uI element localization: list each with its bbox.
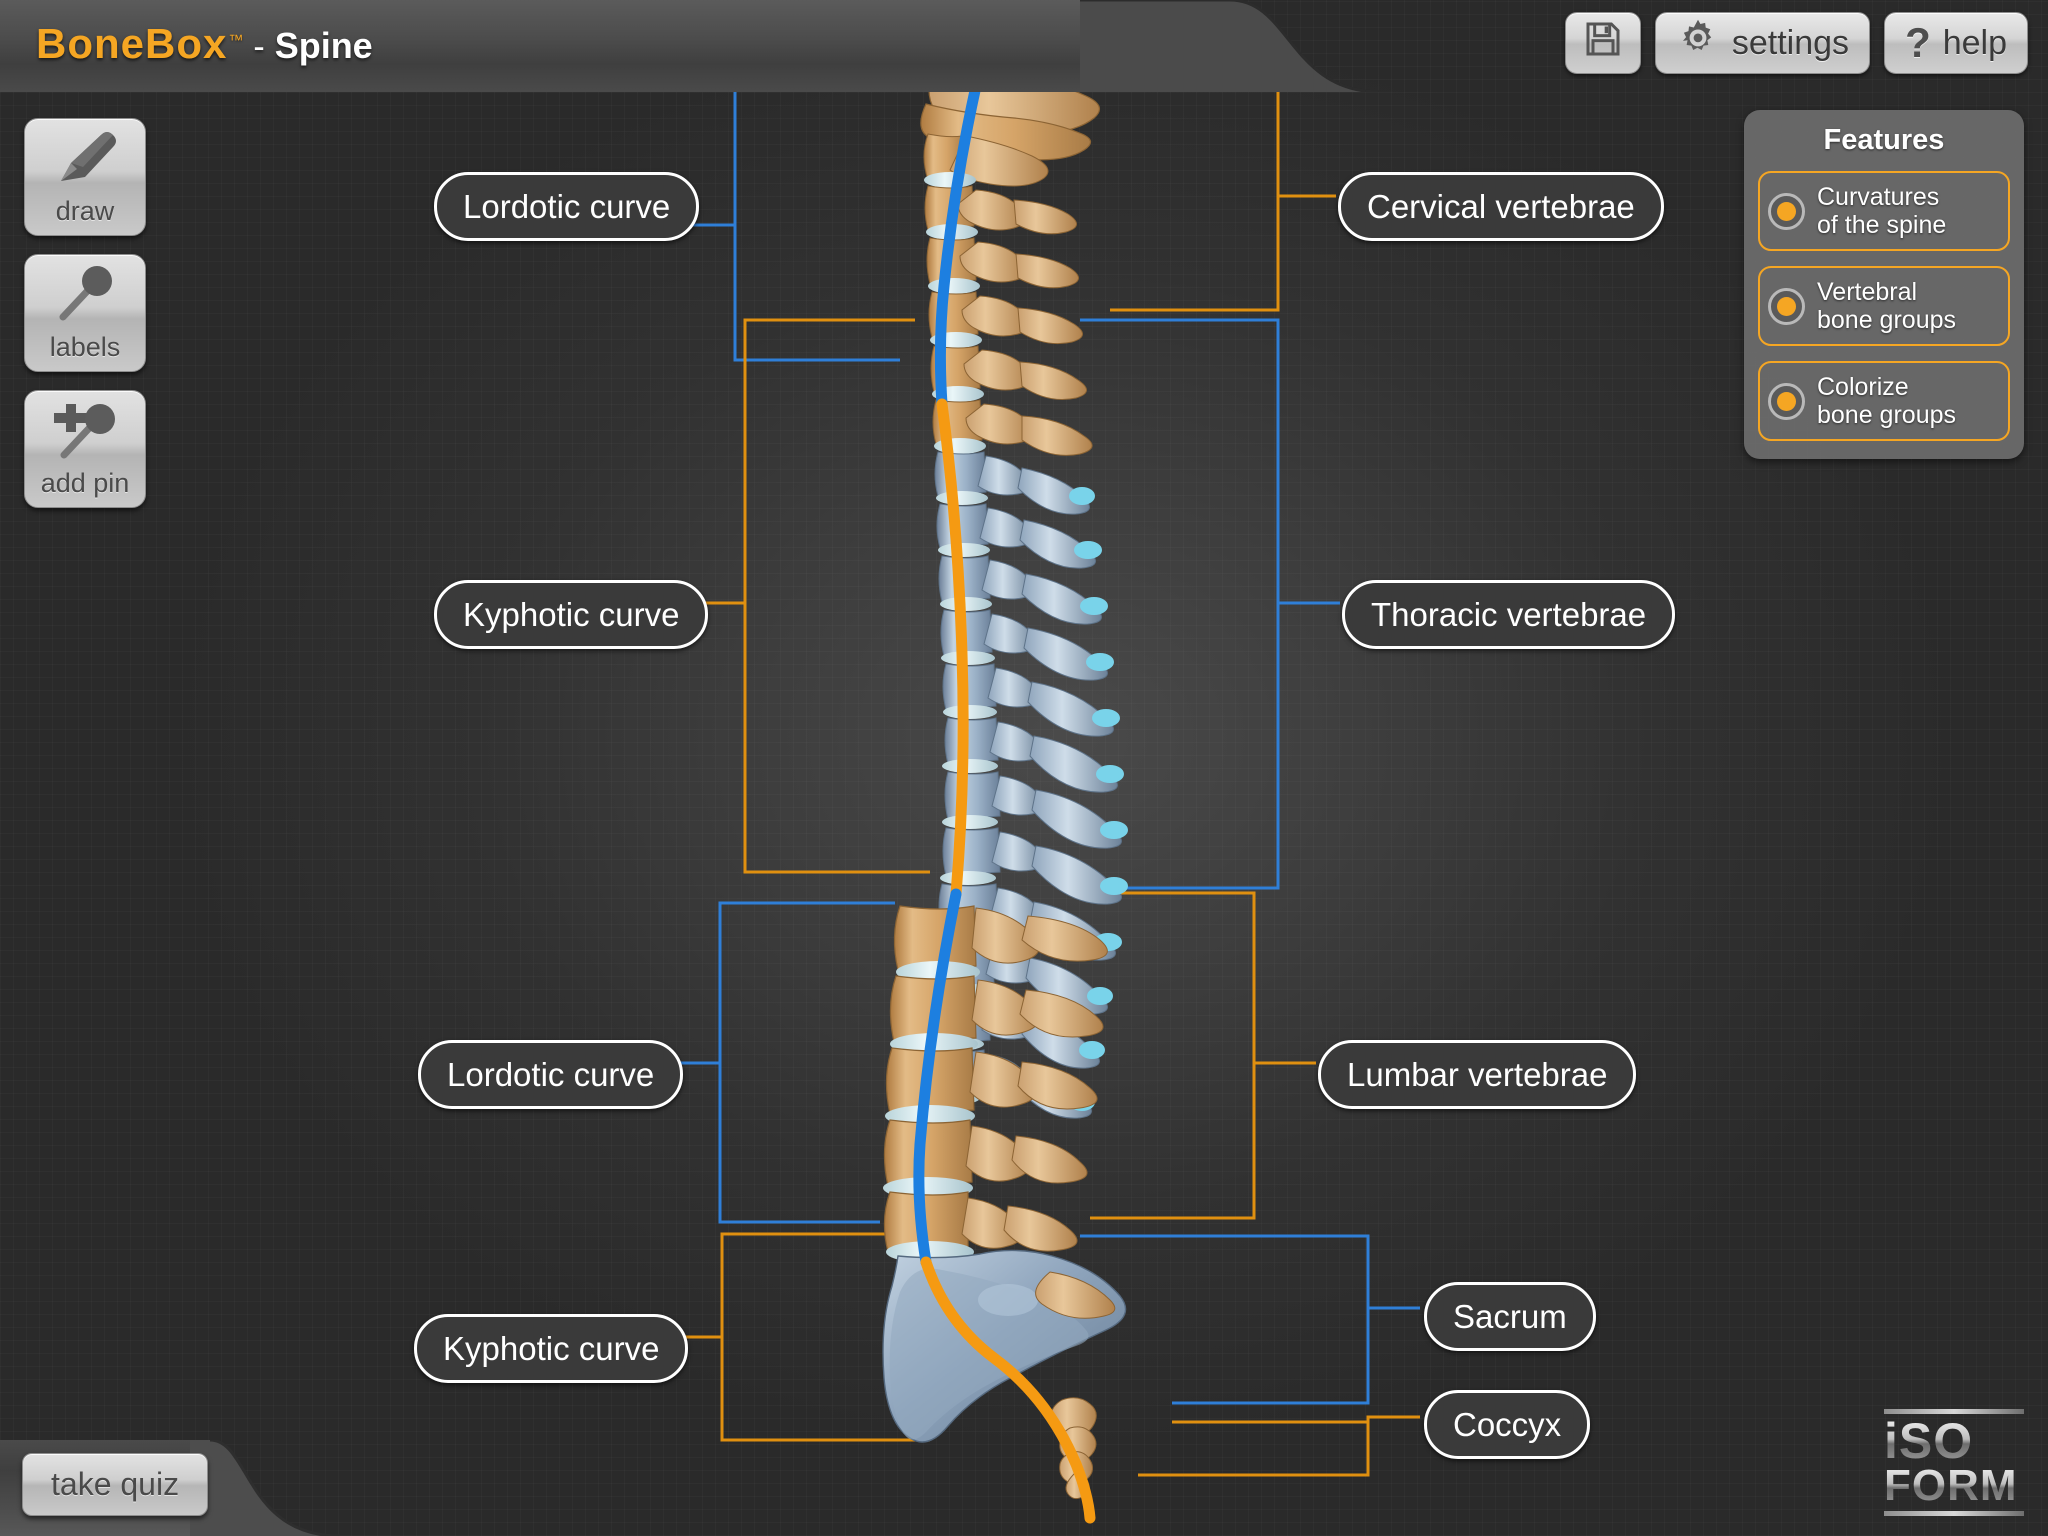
pin-icon: [25, 261, 145, 327]
radio-selected-icon[interactable]: [1768, 192, 1805, 230]
trademark-symbol: ™: [228, 32, 244, 49]
pen-icon: [25, 125, 145, 191]
question-mark-icon: ?: [1905, 19, 1931, 66]
take-quiz-button[interactable]: take quiz: [22, 1453, 209, 1516]
logo-bottom-bar: [1884, 1511, 2024, 1516]
settings-button[interactable]: settings: [1654, 12, 1871, 74]
floppy-disk-icon: [1583, 19, 1623, 68]
spine-viewer-canvas[interactable]: [0, 0, 2048, 1536]
header-curve-edge: [1080, 0, 1520, 92]
connector-bracket-thoracic: [1080, 318, 1340, 890]
callout-cervical-vertebrae[interactable]: Cervical vertebrae: [1338, 172, 1664, 241]
labels-tool-button[interactable]: labels: [24, 254, 146, 372]
feature-label-vertebral-bone-groups: Vertebral bone groups: [1817, 278, 1957, 334]
draw-tool-button[interactable]: draw: [24, 118, 146, 236]
spine-model: [882, 69, 1128, 1524]
add-pin-icon: [25, 397, 145, 463]
features-panel-title: Features: [1823, 124, 1945, 156]
connector-bracket-coccyx: [1138, 1415, 1420, 1477]
spine-diagram-svg: [655, 69, 1420, 1524]
feature-label-colorize-bone-groups: Colorize bone groups: [1817, 373, 1957, 429]
draw-tool-label: draw: [55, 196, 115, 226]
page-title: Spine: [274, 25, 373, 66]
callout-lumbar-vertebrae[interactable]: Lumbar vertebrae: [1318, 1040, 1637, 1109]
callout-sacrum[interactable]: Sacrum: [1424, 1282, 1596, 1351]
labels-tool-label: labels: [49, 332, 121, 362]
title-separator: -: [253, 28, 265, 66]
features-panel: Features Curvatures of the spine Vertebr…: [1744, 110, 2024, 459]
logo-line-1: iSO: [1884, 1416, 2024, 1465]
radio-selected-icon[interactable]: [1768, 382, 1805, 420]
sacrum-coccyx-group: [882, 1249, 1127, 1500]
logo-line-2: FORM: [1884, 1464, 2024, 1508]
callout-lordotic-curve-cervical[interactable]: Lordotic curve: [434, 172, 700, 241]
callout-kyphotic-curve-sacral[interactable]: Kyphotic curve: [414, 1314, 689, 1383]
gear-icon: [1676, 17, 1720, 70]
callout-kyphotic-curve-thoracic[interactable]: Kyphotic curve: [434, 580, 709, 649]
connector-bracket-lumbar: [1090, 891, 1316, 1220]
add-pin-tool-label: add pin: [40, 468, 130, 498]
connector-bracket-lordotic-lumbar: [660, 901, 895, 1224]
connector-bracket-kyphotic-thoracic: [680, 318, 930, 874]
connector-bracket-cervical: [1092, 86, 1336, 312]
feature-toggle-colorize-bone-groups[interactable]: Colorize bone groups: [1758, 361, 2010, 441]
radio-selected-icon[interactable]: [1768, 287, 1805, 325]
app-title: BoneBox ™ - Spine: [36, 20, 373, 68]
bottom-bar-curve-edge: [190, 1440, 420, 1536]
feature-toggle-vertebral-bone-groups[interactable]: Vertebral bone groups: [1758, 266, 2010, 346]
save-button[interactable]: [1564, 12, 1641, 74]
callout-coccyx[interactable]: Coccyx: [1424, 1390, 1591, 1459]
brand-logo: BoneBox: [36, 20, 228, 67]
add-pin-tool-button[interactable]: add pin: [24, 390, 146, 508]
callout-lordotic-curve-lumbar[interactable]: Lordotic curve: [418, 1040, 684, 1109]
feature-toggle-curvatures[interactable]: Curvatures of the spine: [1758, 171, 2010, 251]
callout-thoracic-vertebrae[interactable]: Thoracic vertebrae: [1342, 580, 1676, 649]
connector-bracket-sacrum: [1080, 1234, 1420, 1405]
help-label: help: [1942, 23, 2007, 62]
help-button[interactable]: ? help: [1884, 12, 2028, 74]
feature-label-curvatures: Curvatures of the spine: [1817, 183, 1947, 239]
isoform-logo: iSO FORM: [1884, 1405, 2024, 1520]
settings-label: settings: [1731, 23, 1850, 62]
